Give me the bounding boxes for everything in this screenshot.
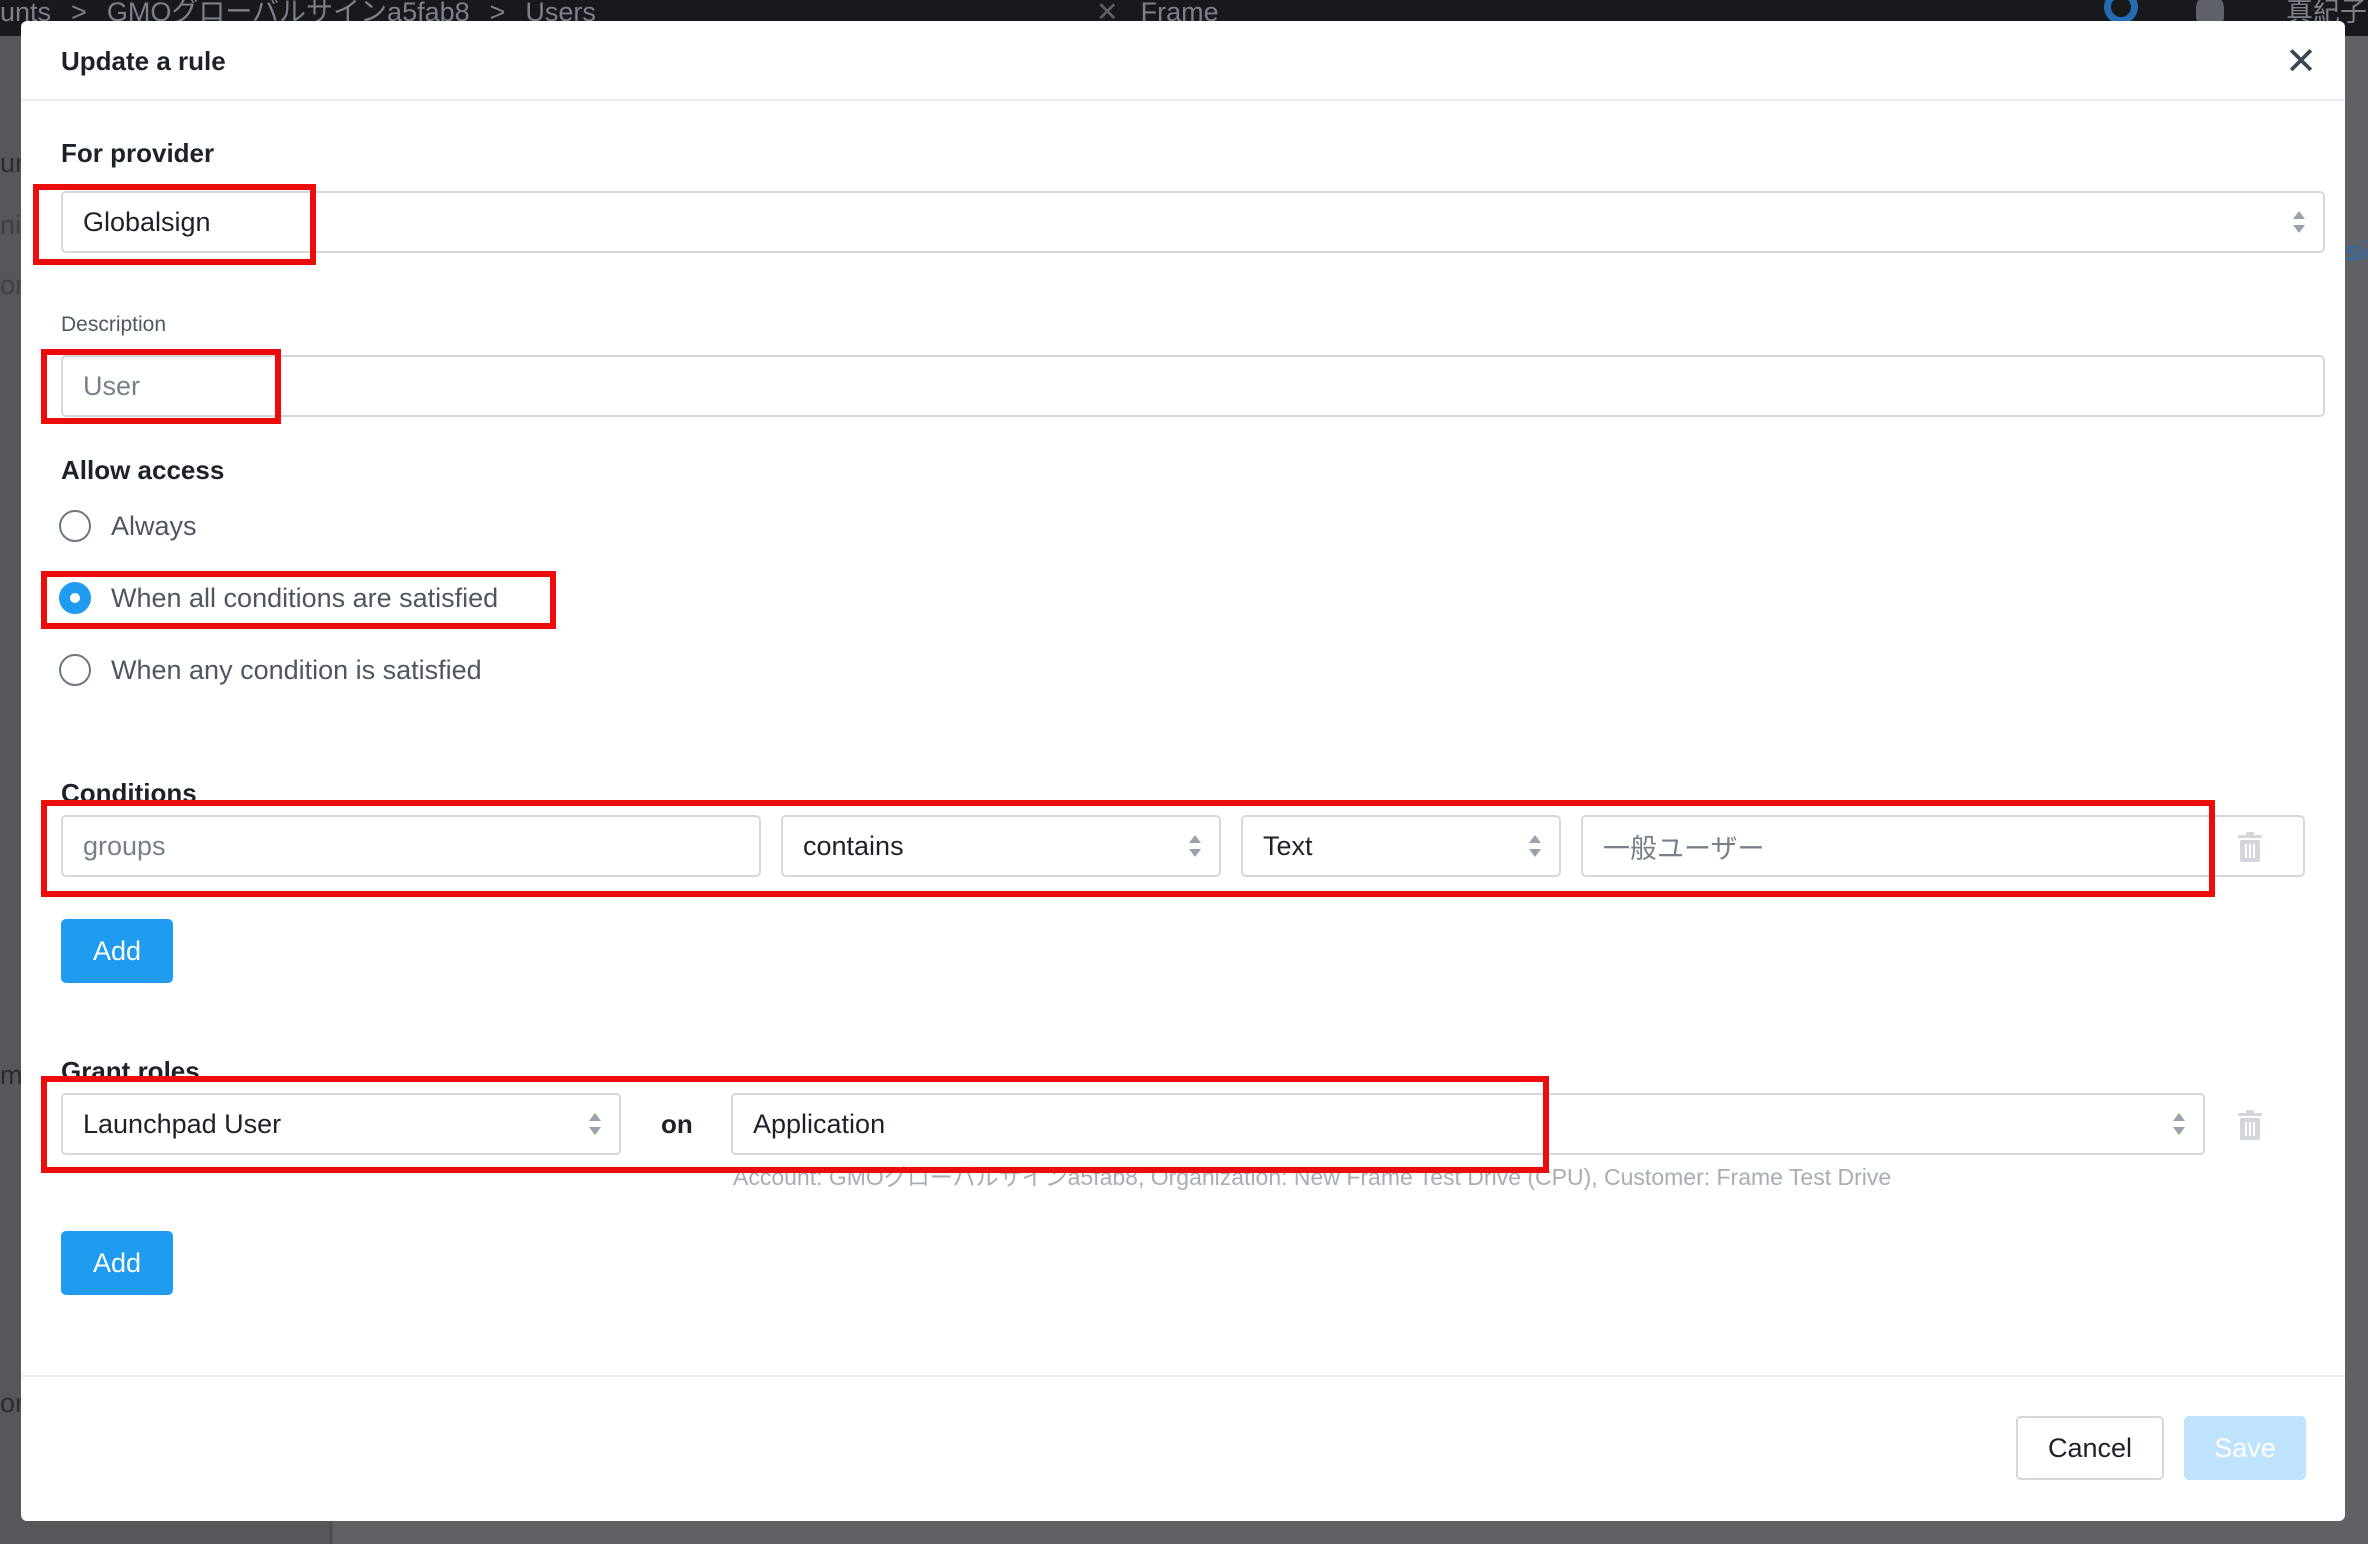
dialog-title: Update a rule bbox=[61, 46, 226, 76]
role-target-hint: Account: GMOグローバルサインa5fab8, Organization… bbox=[733, 1164, 1892, 1190]
condition-type-select[interactable]: Text bbox=[1241, 815, 1561, 877]
sort-arrows-icon bbox=[2293, 211, 2305, 233]
cancel-button[interactable]: Cancel bbox=[2016, 1416, 2164, 1480]
sort-arrows-icon bbox=[1189, 835, 1201, 857]
radio-button[interactable] bbox=[59, 510, 91, 542]
condition-attribute-input[interactable] bbox=[61, 815, 761, 877]
trash-icon[interactable] bbox=[2237, 832, 2263, 862]
sort-arrows-icon bbox=[1529, 835, 1541, 857]
dialog-footer: Cancel Save bbox=[21, 1375, 2345, 1521]
radio-button-checked[interactable] bbox=[59, 582, 91, 614]
on-label: on bbox=[661, 1109, 693, 1139]
grant-roles-label: Grant roles bbox=[61, 1056, 200, 1086]
provider-label: For provider bbox=[61, 138, 215, 168]
role-select[interactable]: Launchpad User bbox=[61, 1093, 621, 1155]
radio-all-conditions[interactable]: When all conditions are satisfied bbox=[59, 578, 498, 618]
content-text-fragment: sic bbox=[2346, 236, 2368, 266]
provider-select[interactable]: Globalsign bbox=[61, 191, 2325, 253]
role-target-value: Application bbox=[753, 1108, 886, 1139]
user-icon[interactable] bbox=[2196, 0, 2224, 22]
conditions-label: Conditions bbox=[61, 778, 197, 808]
close-button[interactable]: ✕ bbox=[2281, 40, 2321, 83]
role-target-select[interactable]: Application bbox=[731, 1093, 2205, 1155]
condition-operator-value: contains bbox=[803, 830, 904, 861]
condition-type-value: Text bbox=[1263, 830, 1313, 861]
sidebar-text-fragment: ni bbox=[0, 210, 22, 240]
condition-operator-select[interactable]: contains bbox=[781, 815, 1221, 877]
trash-icon[interactable] bbox=[2237, 1110, 2263, 1140]
save-button-disabled[interactable]: Save bbox=[2184, 1416, 2306, 1480]
allow-access-label: Allow access bbox=[61, 455, 225, 485]
condition-value-input[interactable] bbox=[1581, 815, 2305, 877]
add-condition-button[interactable]: Add bbox=[61, 919, 173, 983]
sort-arrows-icon bbox=[589, 1113, 601, 1135]
description-label: Description bbox=[61, 313, 167, 336]
provider-value: Globalsign bbox=[83, 206, 211, 237]
add-role-button[interactable]: Add bbox=[61, 1231, 173, 1295]
radio-label: When any condition is satisfied bbox=[111, 654, 482, 685]
radio-always[interactable]: Always bbox=[59, 506, 197, 546]
close-icon: ✕ bbox=[2285, 40, 2317, 83]
role-value: Launchpad User bbox=[83, 1108, 282, 1139]
radio-button[interactable] bbox=[59, 654, 91, 686]
radio-label: When all conditions are satisfied bbox=[111, 582, 499, 613]
description-input[interactable] bbox=[61, 355, 2325, 417]
sidebar-text-fragment: m bbox=[0, 1060, 23, 1090]
radio-any-condition[interactable]: When any condition is satisfied bbox=[59, 650, 482, 690]
radio-label: Always bbox=[111, 510, 197, 541]
dialog-header: Update a rule ✕ bbox=[21, 21, 2345, 101]
update-rule-dialog: Update a rule ✕ For provider Globalsign … bbox=[21, 21, 2345, 1521]
sort-arrows-icon bbox=[2173, 1113, 2185, 1135]
